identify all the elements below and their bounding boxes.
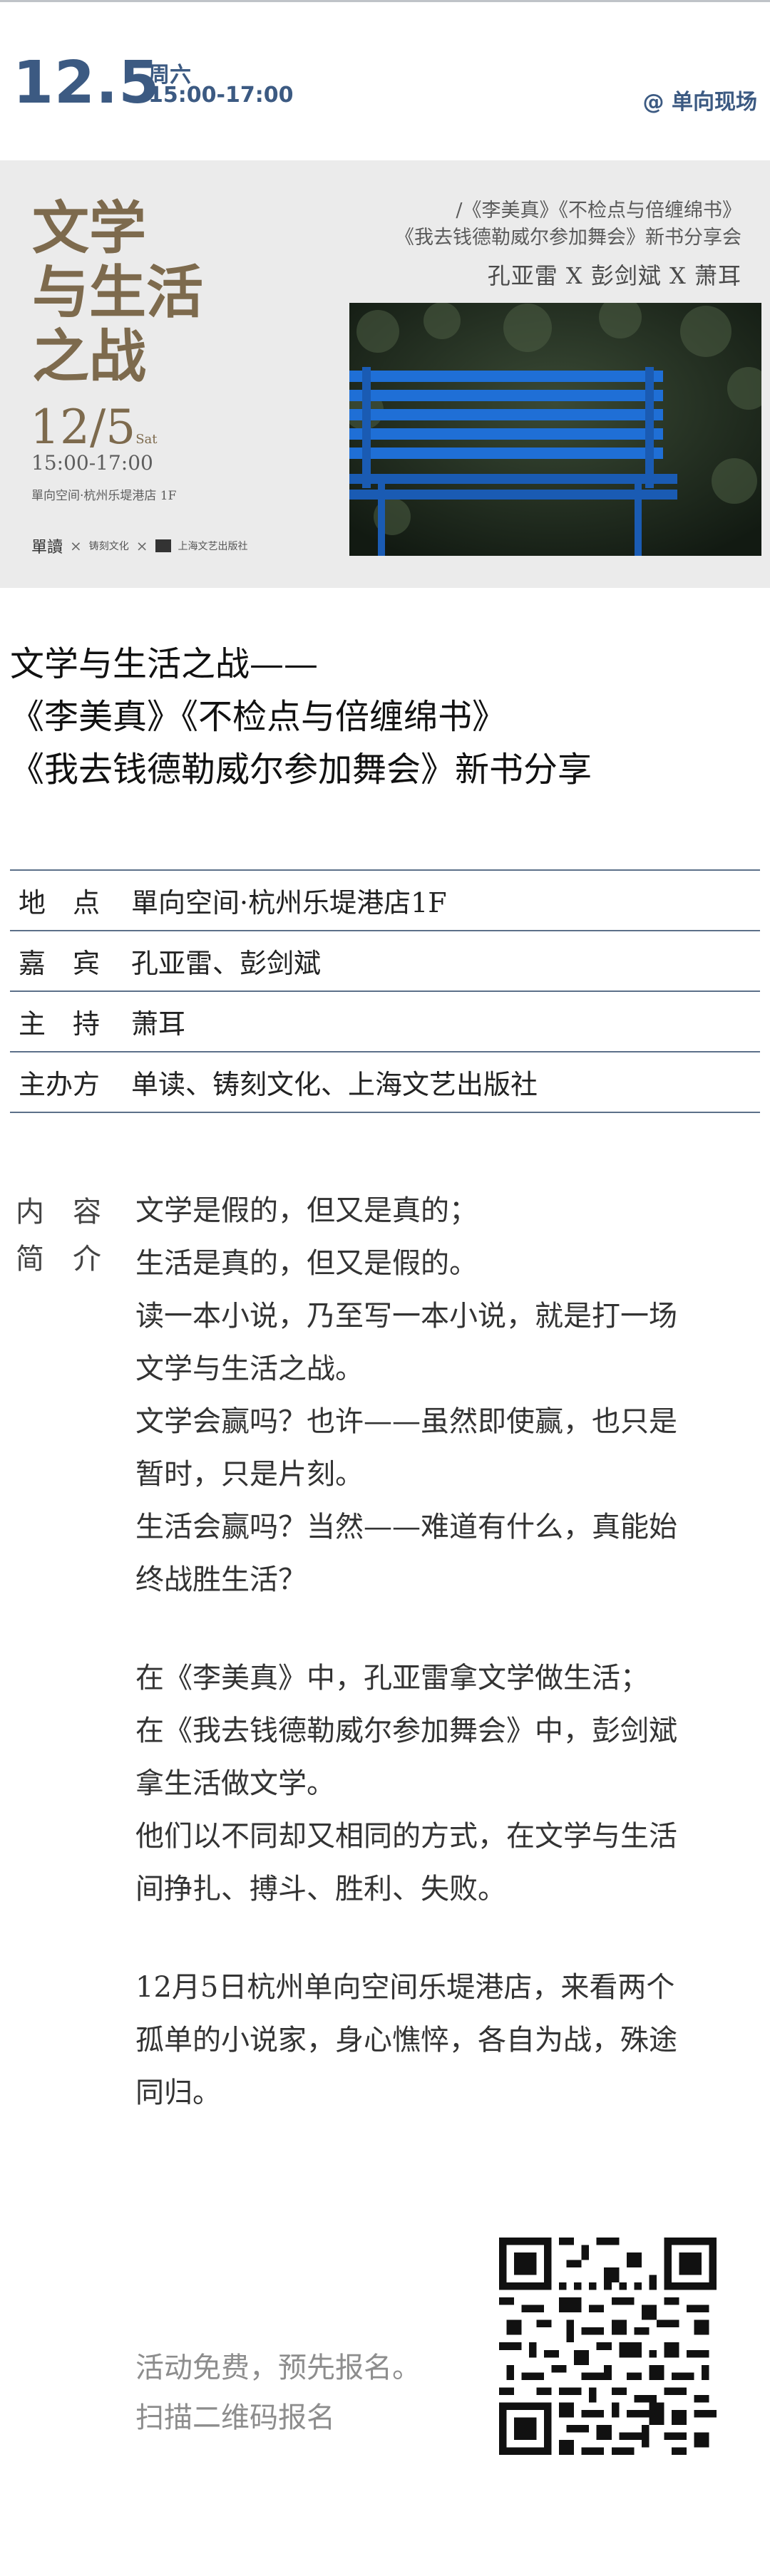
intro-label-line: 内 容 xyxy=(16,1196,101,1228)
logo-shanghai: 上海文艺出版社 xyxy=(178,541,248,552)
poster-date-suffix: Sat xyxy=(135,432,158,447)
poster-title-line: 文学 xyxy=(32,195,146,262)
intro-line: 生活会赢吗？当然——难道有什么，真能始 xyxy=(135,1511,677,1543)
info-table: 地 点 單向空间·杭州乐堤港店1F 嘉 宾 孔亚雷、彭剑斌 主 持 萧耳 主办方… xyxy=(10,869,760,1113)
info-row-guests: 嘉 宾 孔亚雷、彭剑斌 xyxy=(10,931,760,992)
qr-code-icon[interactable] xyxy=(499,2238,717,2455)
logo-dandu: 單讀 xyxy=(31,539,63,557)
intro-line: 文学与生活之战。 xyxy=(135,1352,364,1385)
header-brand-link[interactable]: @ 单向现场 xyxy=(643,84,757,115)
event-title-line: 《我去钱德勒威尔参加舞会》新书分享 xyxy=(10,750,592,790)
bench-image-icon xyxy=(349,303,761,556)
poster-authors: 孔亚雷 X 彭剑斌 X 萧耳 xyxy=(487,262,741,289)
intro-line: 文学是假的，但又是真的； xyxy=(135,1194,478,1227)
intro-line: 暂时，只是片刻。 xyxy=(135,1458,364,1491)
qr-code-graphic xyxy=(499,2238,717,2455)
intro-line: 拿生活做文学。 xyxy=(135,1767,335,1800)
intro-line: 同归。 xyxy=(135,2076,221,2109)
poster-place: 單向空间·杭州乐堤港店 1F xyxy=(31,489,177,503)
info-row-location: 地 点 單向空间·杭州乐堤港店1F xyxy=(10,871,760,931)
intro-line: 终战胜生活？ xyxy=(135,1563,307,1596)
info-value: 单读、铸刻文化、上海文艺出版社 xyxy=(131,1069,538,1100)
info-label: 主 持 xyxy=(19,1008,101,1040)
intro-line: 间挣扎、搏斗、胜利、失败。 xyxy=(135,1873,506,1905)
info-value: 單向空间·杭州乐堤港店1F xyxy=(131,887,447,919)
event-poster: 文学 与生活 之战 12/5Sat 15:00-17:00 單向空间·杭州乐堤港… xyxy=(0,160,770,588)
poster-books-line2: 《我去钱德勒威尔参加舞会》新书分享会 xyxy=(395,227,741,249)
intro-label: 内 容 简 介 xyxy=(16,1189,101,1283)
info-row-host: 主 持 萧耳 xyxy=(10,992,760,1052)
info-label: 嘉 宾 xyxy=(19,948,101,979)
intro-line: 生活是真的，但又是假的。 xyxy=(135,1247,478,1280)
event-title-line: 文学与生活之战—— xyxy=(10,644,319,684)
header-date: 12.5 xyxy=(13,49,160,117)
poster-title-line: 之战 xyxy=(32,323,146,390)
info-value: 孔亚雷、彭剑斌 xyxy=(131,948,322,979)
logo-separator: × xyxy=(70,537,82,554)
poster-logos: 單讀 × 铸刻文化 × 上海文艺出版社 xyxy=(31,534,248,557)
footer-free-note: 活动免费，预先报名。 xyxy=(135,2352,421,2384)
poster-title: 文学 与生活 之战 xyxy=(32,196,203,388)
event-title-line: 《李美真》《不检点与倍缠绵书》 xyxy=(10,697,507,737)
poster-time: 15:00-17:00 xyxy=(31,451,153,475)
intro-line: 在《李美真》中，孔亚雷拿文学做生活； xyxy=(135,1662,649,1695)
top-rule xyxy=(0,0,770,2)
intro-text: 文学是假的，但又是真的； 生活是真的，但又是假的。 读一本小说，乃至写一本小说，… xyxy=(135,1184,763,2119)
intro-line: 12月5日杭州单向空间乐堤港店，来看两个 xyxy=(135,1971,675,2004)
logo-zhuke: 铸刻文化 xyxy=(88,541,129,552)
info-value: 萧耳 xyxy=(131,1008,186,1040)
intro-label-line: 简 介 xyxy=(16,1243,101,1276)
logo-separator: × xyxy=(135,537,148,554)
poster-date-value: 12/5 xyxy=(30,400,136,455)
publisher-logo-icon xyxy=(155,539,171,552)
event-title: 文学与生活之战—— 《李美真》《不检点与倍缠绵书》 《我去钱德勒威尔参加舞会》新… xyxy=(10,638,759,796)
info-row-organizer: 主办方 单读、铸刻文化、上海文艺出版社 xyxy=(10,1052,760,1113)
intro-line: 读一本小说，乃至写一本小说，就是打一场 xyxy=(135,1300,677,1333)
info-label: 地 点 xyxy=(19,887,101,919)
poster-title-line: 与生活 xyxy=(32,259,203,326)
intro-line: 在《我去钱德勒威尔参加舞会》中，彭剑斌 xyxy=(135,1714,677,1747)
header-time: 15:00-17:00 xyxy=(148,83,294,108)
info-label: 主办方 xyxy=(19,1069,101,1100)
intro-line: 孤单的小说家，身心憔悴，各自为战，殊途 xyxy=(135,2024,677,2057)
intro-line: 文学会赢吗？也许——虽然即使赢，也只是 xyxy=(135,1405,677,1438)
bench-photo xyxy=(349,303,761,556)
poster-books-line1: /《李美真》《不检点与倍缠绵书》 xyxy=(456,200,741,222)
intro-line: 他们以不同却又相同的方式，在文学与生活 xyxy=(135,1820,677,1853)
footer-scan-note: 扫描二维码报名 xyxy=(135,2401,335,2434)
